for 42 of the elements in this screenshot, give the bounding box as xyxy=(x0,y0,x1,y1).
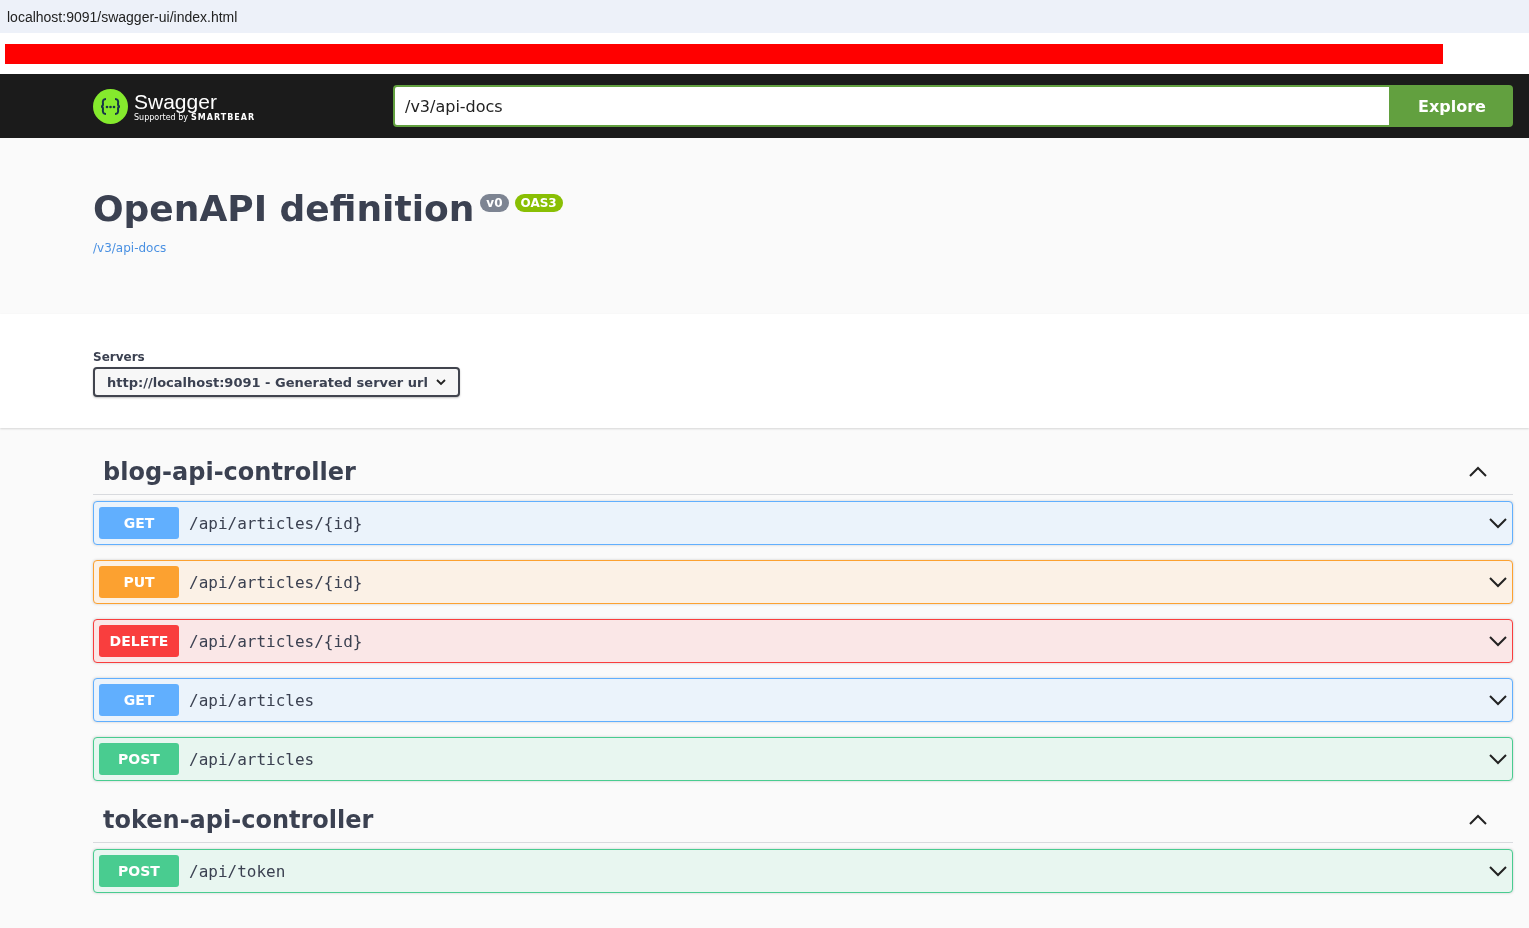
method-badge: GET xyxy=(99,684,179,716)
operation-row[interactable]: PUT /api/articles/{id} xyxy=(93,560,1513,604)
method-badge: DELETE xyxy=(99,625,179,657)
operation-row[interactable]: GET /api/articles xyxy=(93,678,1513,722)
chevron-icon xyxy=(1469,466,1487,478)
section-header[interactable]: token-api-controller xyxy=(93,796,1513,843)
chevron-icon xyxy=(1489,576,1507,588)
chevron-icon xyxy=(1469,814,1487,826)
method-badge: PUT xyxy=(99,566,179,598)
address-url[interactable]: localhost:9091/swagger-ui/index.html xyxy=(7,8,238,25)
servers-label: Servers xyxy=(93,350,146,364)
chevron-icon xyxy=(1489,635,1507,647)
operation-row[interactable]: POST /api/token xyxy=(93,849,1513,893)
operation-path: /api/articles/{id} xyxy=(189,513,364,533)
operation-row[interactable]: POST /api/articles xyxy=(93,737,1513,781)
operation-row[interactable]: GET /api/articles/{id} xyxy=(93,501,1513,545)
logo-icon xyxy=(93,88,128,124)
operation-path: /api/articles xyxy=(189,690,316,710)
logo-subtitle: Supported by xyxy=(134,112,188,122)
chevron-icon xyxy=(1489,865,1507,877)
operation-path: /api/articles xyxy=(189,749,316,769)
section-title: blog-api-controller xyxy=(103,458,356,486)
version-badge: v0 xyxy=(480,194,509,212)
caret-icon xyxy=(436,378,446,386)
operation-path: /api/token xyxy=(189,861,287,881)
logo-brand: SMARTBEAR xyxy=(191,112,256,122)
spec-badge: OAS3 xyxy=(514,194,563,212)
chevron-icon xyxy=(1489,694,1507,706)
chevron-icon xyxy=(1489,517,1507,529)
url-input[interactable]: /v3/api-docs xyxy=(393,85,1391,127)
method-badge: GET xyxy=(99,507,179,539)
operation-path: /api/articles/{id} xyxy=(189,572,364,592)
server-select[interactable]: http://localhost:9091 - Generated server url xyxy=(93,367,460,397)
method-badge: POST xyxy=(99,855,179,887)
method-badge: POST xyxy=(99,743,179,775)
operation-row[interactable]: DELETE /api/articles/{id} xyxy=(93,619,1513,663)
chevron-icon xyxy=(1489,753,1507,765)
section-title: token-api-controller xyxy=(103,806,374,834)
section-header[interactable]: blog-api-controller xyxy=(93,448,1513,495)
api-title: OpenAPI definition xyxy=(93,188,475,229)
logo-text: Swagger xyxy=(134,90,218,113)
operation-path: /api/articles/{id} xyxy=(189,631,364,651)
